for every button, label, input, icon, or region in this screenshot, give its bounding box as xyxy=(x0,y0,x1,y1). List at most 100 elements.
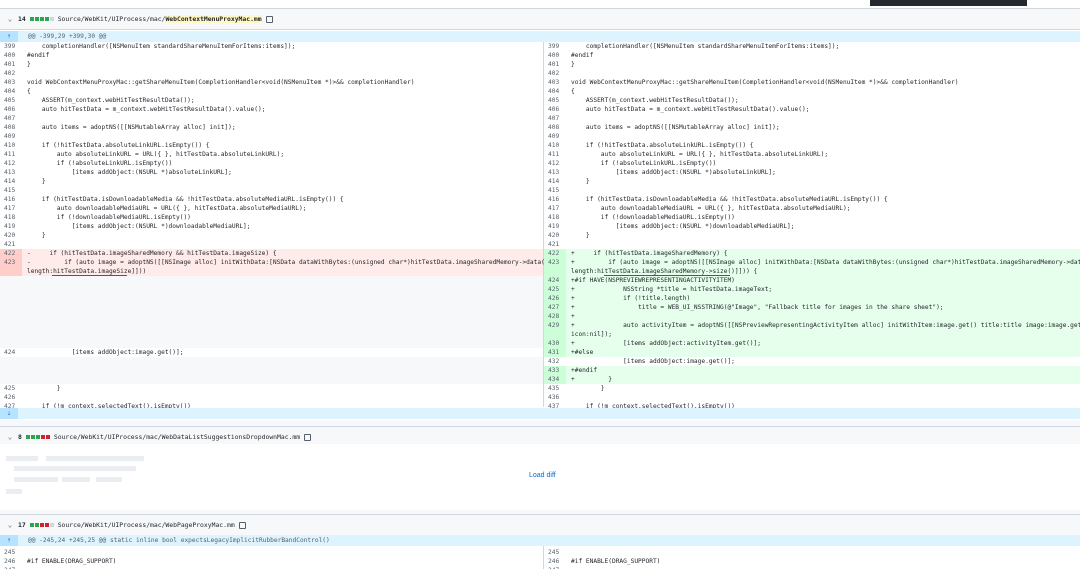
line-number[interactable]: 401 xyxy=(0,60,22,69)
line-number[interactable]: 245 xyxy=(0,548,22,557)
line-number[interactable]: 418 xyxy=(0,213,22,222)
code-text: [items addObject:(NSURL *)absoluteLinkUR… xyxy=(571,169,776,176)
line-number[interactable]: 424 xyxy=(544,276,566,285)
line-number[interactable]: 433 xyxy=(544,366,566,375)
file-header-webcontextmenuproxymac[interactable]: ⌄ 14 Source/WebKit/UIProcess/mac/WebCont… xyxy=(0,8,1080,30)
line-number[interactable]: 436 xyxy=(544,393,566,402)
chevron-down-icon[interactable]: ⌄ xyxy=(6,433,14,441)
line-number[interactable]: 246 xyxy=(544,557,566,566)
line-number[interactable]: 419 xyxy=(544,222,566,231)
line-number[interactable]: 400 xyxy=(0,51,22,60)
line-number[interactable]: 430 xyxy=(544,339,566,348)
line-number[interactable]: 412 xyxy=(0,159,22,168)
line-number[interactable]: 432 xyxy=(544,357,566,366)
line-number[interactable]: 428 xyxy=(544,312,566,321)
code-text: if (!downloadableMediaURL.isEmpty()) xyxy=(27,214,191,221)
line-number[interactable]: 415 xyxy=(0,186,22,195)
diff-line: 435 } xyxy=(544,384,1080,393)
line-number[interactable]: 423 xyxy=(544,258,566,267)
file-path[interactable]: Source/WebKit/UIProcess/mac/WebContextMe… xyxy=(58,15,262,23)
line-number[interactable]: 421 xyxy=(0,240,22,249)
line-number[interactable] xyxy=(0,267,22,276)
diff-line: 408 auto items = adoptNS([[NSMutableArra… xyxy=(0,123,543,132)
line-number[interactable]: 406 xyxy=(544,105,566,114)
line-number[interactable]: 425 xyxy=(0,384,22,393)
chevron-down-icon[interactable]: ⌄ xyxy=(6,15,14,23)
line-number[interactable] xyxy=(544,267,566,276)
line-number[interactable]: 408 xyxy=(544,123,566,132)
line-number[interactable]: 426 xyxy=(544,294,566,303)
line-number[interactable]: 414 xyxy=(0,177,22,186)
line-number[interactable]: 435 xyxy=(544,384,566,393)
line-number[interactable]: 403 xyxy=(0,78,22,87)
line-number[interactable]: 417 xyxy=(544,204,566,213)
line-number[interactable]: 418 xyxy=(544,213,566,222)
line-number[interactable]: 411 xyxy=(544,150,566,159)
line-number[interactable] xyxy=(544,330,566,339)
line-number[interactable]: 402 xyxy=(544,69,566,78)
line-number[interactable]: 424 xyxy=(0,348,22,357)
file-path[interactable]: Source/WebKit/UIProcess/mac/WebDataListS… xyxy=(54,433,300,441)
line-number[interactable]: 413 xyxy=(0,168,22,177)
expand-down-icon[interactable]: ⇣ xyxy=(0,408,18,419)
copy-icon[interactable] xyxy=(238,521,246,529)
line-number[interactable]: 246 xyxy=(0,557,22,566)
line-number[interactable]: 403 xyxy=(544,78,566,87)
line-number[interactable]: 410 xyxy=(544,141,566,150)
code-text: +#endif xyxy=(571,367,598,374)
line-number[interactable]: 401 xyxy=(544,60,566,69)
line-number[interactable]: 411 xyxy=(0,150,22,159)
line-number[interactable]: 416 xyxy=(544,195,566,204)
line-number[interactable]: 420 xyxy=(544,231,566,240)
line-number[interactable]: 422 xyxy=(544,249,566,258)
line-number[interactable]: 409 xyxy=(0,132,22,141)
line-number[interactable]: 399 xyxy=(0,42,22,51)
diff-line: 415 xyxy=(0,186,543,195)
line-number[interactable]: 407 xyxy=(544,114,566,123)
line-number[interactable]: 425 xyxy=(544,285,566,294)
load-diff-button[interactable]: Load diff xyxy=(529,472,556,479)
line-number[interactable]: 413 xyxy=(544,168,566,177)
line-number[interactable]: 409 xyxy=(544,132,566,141)
line-number[interactable]: 405 xyxy=(0,96,22,105)
line-number[interactable]: 410 xyxy=(0,141,22,150)
line-number[interactable]: 416 xyxy=(0,195,22,204)
line-number[interactable]: 414 xyxy=(544,177,566,186)
line-number[interactable]: 420 xyxy=(0,231,22,240)
line-number[interactable]: 402 xyxy=(0,69,22,78)
line-number[interactable]: 419 xyxy=(0,222,22,231)
line-number[interactable]: 421 xyxy=(544,240,566,249)
line-number[interactable]: 408 xyxy=(0,123,22,132)
line-number[interactable]: 400 xyxy=(544,51,566,60)
code-text: #endif xyxy=(571,52,594,59)
line-number[interactable]: 412 xyxy=(544,159,566,168)
line-number[interactable]: 245 xyxy=(544,548,566,557)
line-number[interactable]: 407 xyxy=(0,114,22,123)
line-number[interactable]: 406 xyxy=(0,105,22,114)
diff-line: 246 #if ENABLE(DRAG_SUPPORT) xyxy=(544,557,1080,566)
copy-icon[interactable] xyxy=(265,15,273,23)
diff-line: 245 xyxy=(544,548,1080,557)
line-number[interactable]: 404 xyxy=(544,87,566,96)
file-header-webpageproxymac[interactable]: ⌄ 17 Source/WebKit/UIProcess/mac/WebPage… xyxy=(0,514,1080,536)
line-number[interactable]: 423 xyxy=(0,258,22,267)
line-number[interactable]: 399 xyxy=(544,42,566,51)
diffstat-bars xyxy=(29,17,54,21)
copy-icon[interactable] xyxy=(304,433,312,441)
line-number[interactable]: 431 xyxy=(544,348,566,357)
line-number[interactable]: 434 xyxy=(544,375,566,384)
line-number[interactable]: 405 xyxy=(544,96,566,105)
line-number[interactable]: 427 xyxy=(544,303,566,312)
line-number[interactable]: 426 xyxy=(0,393,22,402)
diff-line: 409 xyxy=(0,132,543,141)
expand-up-icon[interactable]: ⇡ xyxy=(0,31,18,42)
line-number[interactable]: 422 xyxy=(0,249,22,258)
line-number[interactable]: 415 xyxy=(544,186,566,195)
diff-line: 418 if (!downloadableMediaURL.isEmpty()) xyxy=(0,213,543,222)
line-number[interactable]: 417 xyxy=(0,204,22,213)
line-number[interactable]: 429 xyxy=(544,321,566,330)
chevron-down-icon[interactable]: ⌄ xyxy=(6,521,14,529)
expand-up-icon[interactable]: ⇡ xyxy=(0,535,18,546)
file-path[interactable]: Source/WebKit/UIProcess/mac/WebPageProxy… xyxy=(58,521,235,529)
line-number[interactable]: 404 xyxy=(0,87,22,96)
